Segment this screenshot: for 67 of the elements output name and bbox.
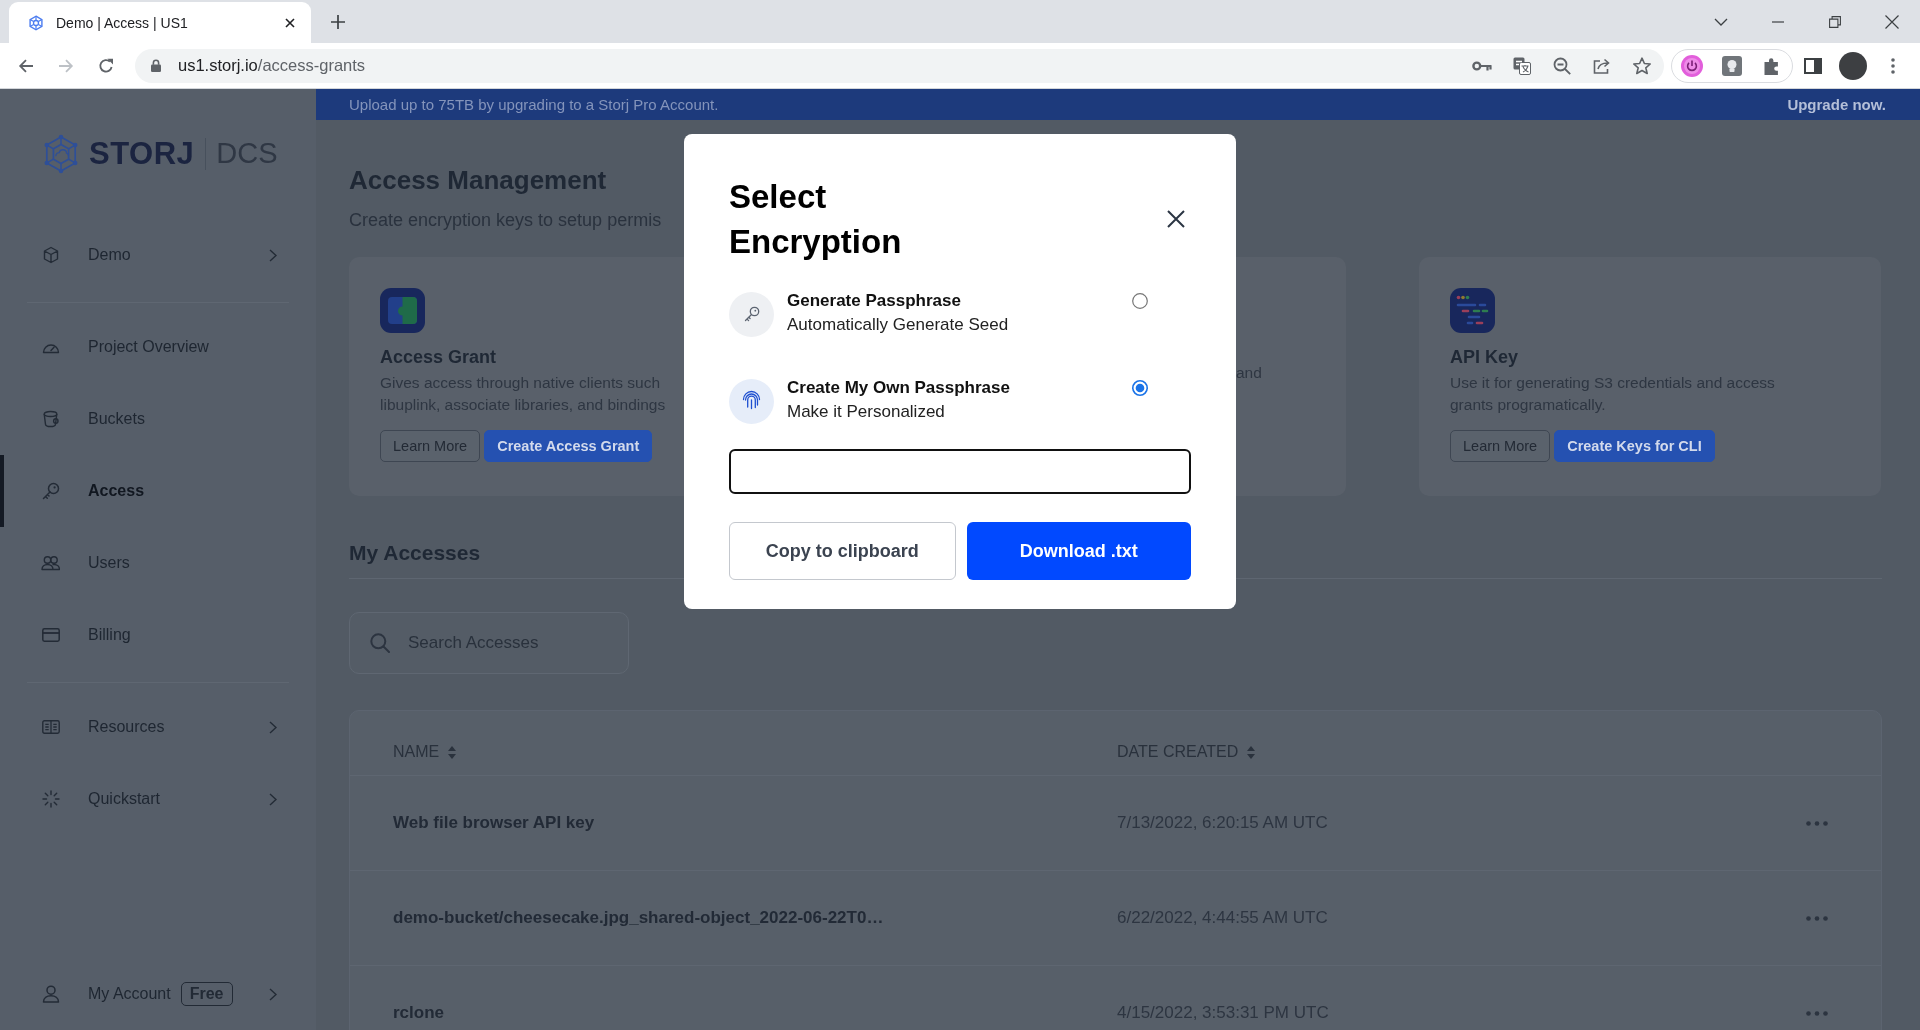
- fingerprint-icon: [729, 379, 774, 424]
- close-icon[interactable]: [285, 17, 295, 28]
- avatar-icon[interactable]: [1839, 51, 1867, 80]
- option-subtitle: Automatically Generate Seed: [787, 314, 1009, 336]
- restore-icon[interactable]: [1828, 15, 1841, 28]
- logo-text: STORJ: [89, 135, 195, 173]
- book-icon: [41, 720, 60, 734]
- lightbulb-icon[interactable]: [1722, 55, 1742, 76]
- spinner-icon: [41, 790, 60, 808]
- nav-item[interactable]: Users: [0, 527, 316, 599]
- primary-button[interactable]: Download .txt: [966, 522, 1191, 580]
- cube-icon: [41, 246, 60, 264]
- close-icon[interactable]: [1167, 210, 1185, 228]
- back-arrow-icon[interactable]: [18, 57, 34, 74]
- nav-item[interactable]: Access: [0, 455, 316, 527]
- nav-item[interactable]: Resources: [0, 691, 316, 763]
- user-icon: [41, 985, 60, 1003]
- bucket-icon: [41, 410, 60, 428]
- nav-item[interactable]: Project Overview: [0, 311, 316, 383]
- card-title: API Key: [1450, 346, 1519, 368]
- side-panel-icon[interactable]: [1804, 57, 1822, 74]
- primary-button[interactable]: Create Access Grant: [484, 430, 653, 462]
- modal-title: Select Encryption: [729, 177, 903, 262]
- key-icon: [41, 482, 60, 500]
- sort-icon: [448, 745, 457, 759]
- nav-item[interactable]: Quickstart: [0, 763, 316, 835]
- passphrase-field[interactable]: [729, 449, 1191, 494]
- secondary-button[interactable]: Learn More: [380, 430, 481, 462]
- primary-button[interactable]: Create Keys for CLI: [1554, 430, 1715, 462]
- address-bar[interactable]: us1.storj.io/access-grants: [135, 48, 1664, 83]
- menu-icon[interactable]: [1891, 57, 1895, 74]
- reload-icon[interactable]: [98, 57, 114, 74]
- hexagon-logo-icon: [28, 14, 44, 31]
- key-icon: [729, 292, 774, 337]
- users-icon: [41, 555, 60, 571]
- option-title: Generate Passphrase: [787, 290, 961, 312]
- zoom-out-icon[interactable]: [1553, 56, 1571, 75]
- credit-card-icon: [41, 628, 60, 642]
- nav-item[interactable]: Billing: [0, 599, 316, 671]
- hexagon-logo-icon: [43, 133, 79, 174]
- option-subtitle: Make it Personalized: [787, 401, 945, 423]
- sort-icon: [1247, 745, 1256, 759]
- translate-icon[interactable]: [1513, 56, 1531, 75]
- browser-tab[interactable]: Demo | Access | US1: [9, 2, 311, 43]
- secondary-button[interactable]: Learn More: [1450, 430, 1551, 462]
- search-icon: [370, 633, 390, 653]
- key-icon[interactable]: [1472, 60, 1492, 71]
- share-icon[interactable]: [1593, 57, 1611, 74]
- radio-button[interactable]: [1132, 380, 1148, 396]
- power-icon[interactable]: [1681, 54, 1703, 77]
- option-title: Create My Own Passphrase: [787, 377, 1010, 399]
- minimize-icon[interactable]: [1771, 20, 1784, 23]
- puzzle-tile-icon: [380, 288, 425, 333]
- star-icon[interactable]: [1633, 56, 1651, 75]
- banner-message: Upload up to 75TB by upgrading to a Storj Pro Account.: [349, 96, 719, 113]
- nav-item[interactable]: Buckets: [0, 383, 316, 455]
- puzzle-icon[interactable]: [1763, 56, 1781, 75]
- code-tile-icon: [1450, 288, 1495, 333]
- radio-button[interactable]: [1132, 293, 1148, 309]
- chevron-down-icon[interactable]: [1713, 17, 1728, 26]
- plus-icon[interactable]: [331, 14, 345, 29]
- lock-icon: [151, 59, 161, 72]
- secondary-button[interactable]: Copy to clipboard: [729, 522, 956, 580]
- card-title: Access Grant: [380, 346, 497, 368]
- close-icon[interactable]: [1884, 14, 1899, 29]
- nav-item[interactable]: Demo: [0, 219, 316, 291]
- upgrade-link[interactable]: Upgrade now.: [1787, 96, 1886, 113]
